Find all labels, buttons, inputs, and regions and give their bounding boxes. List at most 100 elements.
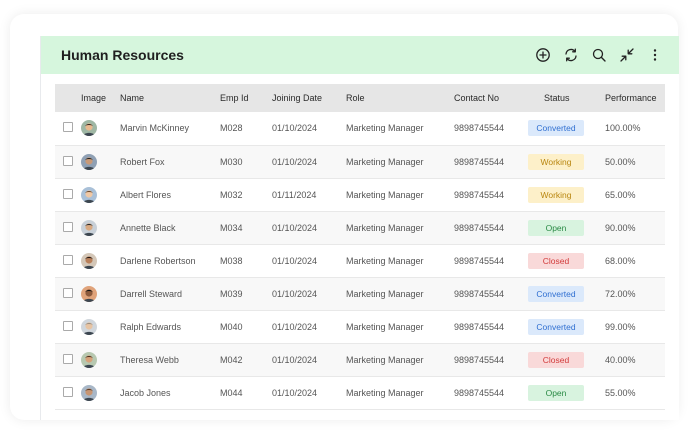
header-role[interactable]: Role xyxy=(346,84,454,112)
table-header-row: Image Name Emp Id Joining Date Role Cont… xyxy=(55,84,665,112)
avatar xyxy=(81,285,97,302)
table-row[interactable]: Albert Flores M032 01/11/2024 Marketing Man… xyxy=(55,178,665,211)
employee-table-wrap: Image Name Emp Id Joining Date Role Cont… xyxy=(55,84,665,410)
search-icon[interactable] xyxy=(591,47,607,63)
table-row[interactable]: Marvin McKinney M028 01/10/2024 Marketing M… xyxy=(55,112,665,145)
row-select-cell xyxy=(55,277,81,310)
name-cell: Marvin McKinney xyxy=(120,123,190,134)
name-cell: Albert Flores xyxy=(120,189,172,200)
row-select-cell xyxy=(55,376,81,409)
contact-cell: 9898745544 xyxy=(454,222,505,233)
name-cell: Theresa Webb xyxy=(120,354,179,365)
image-cell xyxy=(81,211,120,244)
performance-cell: 72.00% xyxy=(605,288,636,299)
header-contact[interactable]: Contact No xyxy=(454,84,528,112)
header-performance[interactable]: Performance xyxy=(605,84,665,112)
table-row[interactable]: Theresa Webb M042 01/10/2024 Marketing Mana… xyxy=(55,343,665,376)
row-checkbox[interactable] xyxy=(63,287,73,298)
row-checkbox[interactable] xyxy=(63,155,73,166)
emp-id-cell: M038 xyxy=(220,255,243,266)
joining-date-cell: 01/10/2024 xyxy=(272,123,318,134)
joining-date-cell: 01/11/2024 xyxy=(272,189,317,200)
performance-cell: 55.00% xyxy=(605,387,636,398)
status-cell: Converted xyxy=(528,277,605,310)
row-checkbox[interactable] xyxy=(63,320,73,331)
name-cell: Darlene Robertson xyxy=(120,255,196,266)
header-joining-date[interactable]: Joining Date xyxy=(272,84,346,112)
table-row[interactable]: Robert Fox M030 01/10/2024 Marketing Manage… xyxy=(55,145,665,178)
emp-id-cell: M028 xyxy=(220,123,243,134)
emp-id-cell: M040 xyxy=(220,321,243,332)
row-select-cell xyxy=(55,310,81,343)
joining-date-cell: 01/10/2024 xyxy=(272,156,318,167)
row-select-cell xyxy=(55,112,81,145)
contact-cell: 9898745544 xyxy=(454,288,505,299)
header-status[interactable]: Status xyxy=(528,84,605,112)
status-badge: Closed xyxy=(528,351,584,368)
avatar xyxy=(81,384,97,401)
panel-title: Human Resources xyxy=(61,47,184,63)
image-cell xyxy=(81,244,120,277)
table-row[interactable]: Darlene Robertson M038 01/10/2024 Marketing… xyxy=(55,244,665,277)
joining-date-cell: 01/10/2024 xyxy=(272,387,318,398)
hr-panel: Human Resources Image Name Emp Id Joinin… xyxy=(40,36,679,420)
performance-cell: 100.00% xyxy=(605,123,641,134)
performance-cell: 99.00% xyxy=(605,321,636,332)
role-cell: Marketing Manager xyxy=(346,189,424,200)
row-checkbox[interactable] xyxy=(63,386,73,397)
header-name[interactable]: Name xyxy=(120,84,220,112)
add-circle-icon[interactable] xyxy=(535,47,551,63)
status-cell: Open xyxy=(528,376,605,409)
header-select xyxy=(55,84,81,112)
contact-cell: 9898745544 xyxy=(454,321,505,332)
role-cell: Marketing Manager xyxy=(346,387,424,398)
contact-cell: 9898745544 xyxy=(454,255,505,266)
contact-cell: 9898745544 xyxy=(454,189,505,200)
status-badge: Closed xyxy=(528,252,584,269)
status-badge: Open xyxy=(528,384,584,401)
table-row[interactable]: Ralph Edwards M040 01/10/2024 Marketing Man… xyxy=(55,310,665,343)
role-cell: Marketing Manager xyxy=(346,156,424,167)
row-checkbox[interactable] xyxy=(63,221,73,232)
table-row[interactable]: Jacob Jones M044 01/10/2024 Marketing Manag… xyxy=(55,376,665,409)
status-cell: Converted xyxy=(528,310,605,343)
name-cell: Darrell Steward xyxy=(120,288,183,299)
status-cell: Closed xyxy=(528,343,605,376)
refresh-icon[interactable] xyxy=(563,47,579,63)
row-checkbox[interactable] xyxy=(63,122,73,133)
status-badge: Working xyxy=(528,153,584,170)
status-cell: Closed xyxy=(528,244,605,277)
avatar xyxy=(81,318,97,335)
name-cell: Ralph Edwards xyxy=(120,321,182,332)
more-vertical-icon[interactable] xyxy=(647,47,663,63)
status-badge: Converted xyxy=(528,318,584,335)
status-cell: Open xyxy=(528,211,605,244)
status-badge: Converted xyxy=(528,120,584,137)
image-cell xyxy=(81,112,120,145)
role-cell: Marketing Manager xyxy=(346,321,424,332)
table-row[interactable]: Annette Black M034 01/10/2024 Marketing Man… xyxy=(55,211,665,244)
image-cell xyxy=(81,178,120,211)
name-cell: Robert Fox xyxy=(120,156,165,167)
image-cell xyxy=(81,145,120,178)
header-emp-id[interactable]: Emp Id xyxy=(220,84,272,112)
collapse-icon[interactable] xyxy=(619,47,635,63)
role-cell: Marketing Manager xyxy=(346,123,424,134)
avatar xyxy=(81,252,97,269)
status-cell: Converted xyxy=(528,112,605,145)
row-checkbox[interactable] xyxy=(63,188,73,199)
image-cell xyxy=(81,277,120,310)
avatar xyxy=(81,351,97,368)
emp-id-cell: M042 xyxy=(220,354,243,365)
employee-table: Image Name Emp Id Joining Date Role Cont… xyxy=(55,84,665,410)
row-checkbox[interactable] xyxy=(63,353,73,364)
emp-id-cell: M039 xyxy=(220,288,243,299)
row-checkbox[interactable] xyxy=(63,254,73,265)
contact-cell: 9898745544 xyxy=(454,354,505,365)
contact-cell: 9898745544 xyxy=(454,156,505,167)
table-row[interactable]: Darrell Steward M039 01/10/2024 Marketing M… xyxy=(55,277,665,310)
emp-id-cell: M032 xyxy=(220,189,243,200)
image-cell xyxy=(81,343,120,376)
status-cell: Working xyxy=(528,145,605,178)
row-select-cell xyxy=(55,343,81,376)
